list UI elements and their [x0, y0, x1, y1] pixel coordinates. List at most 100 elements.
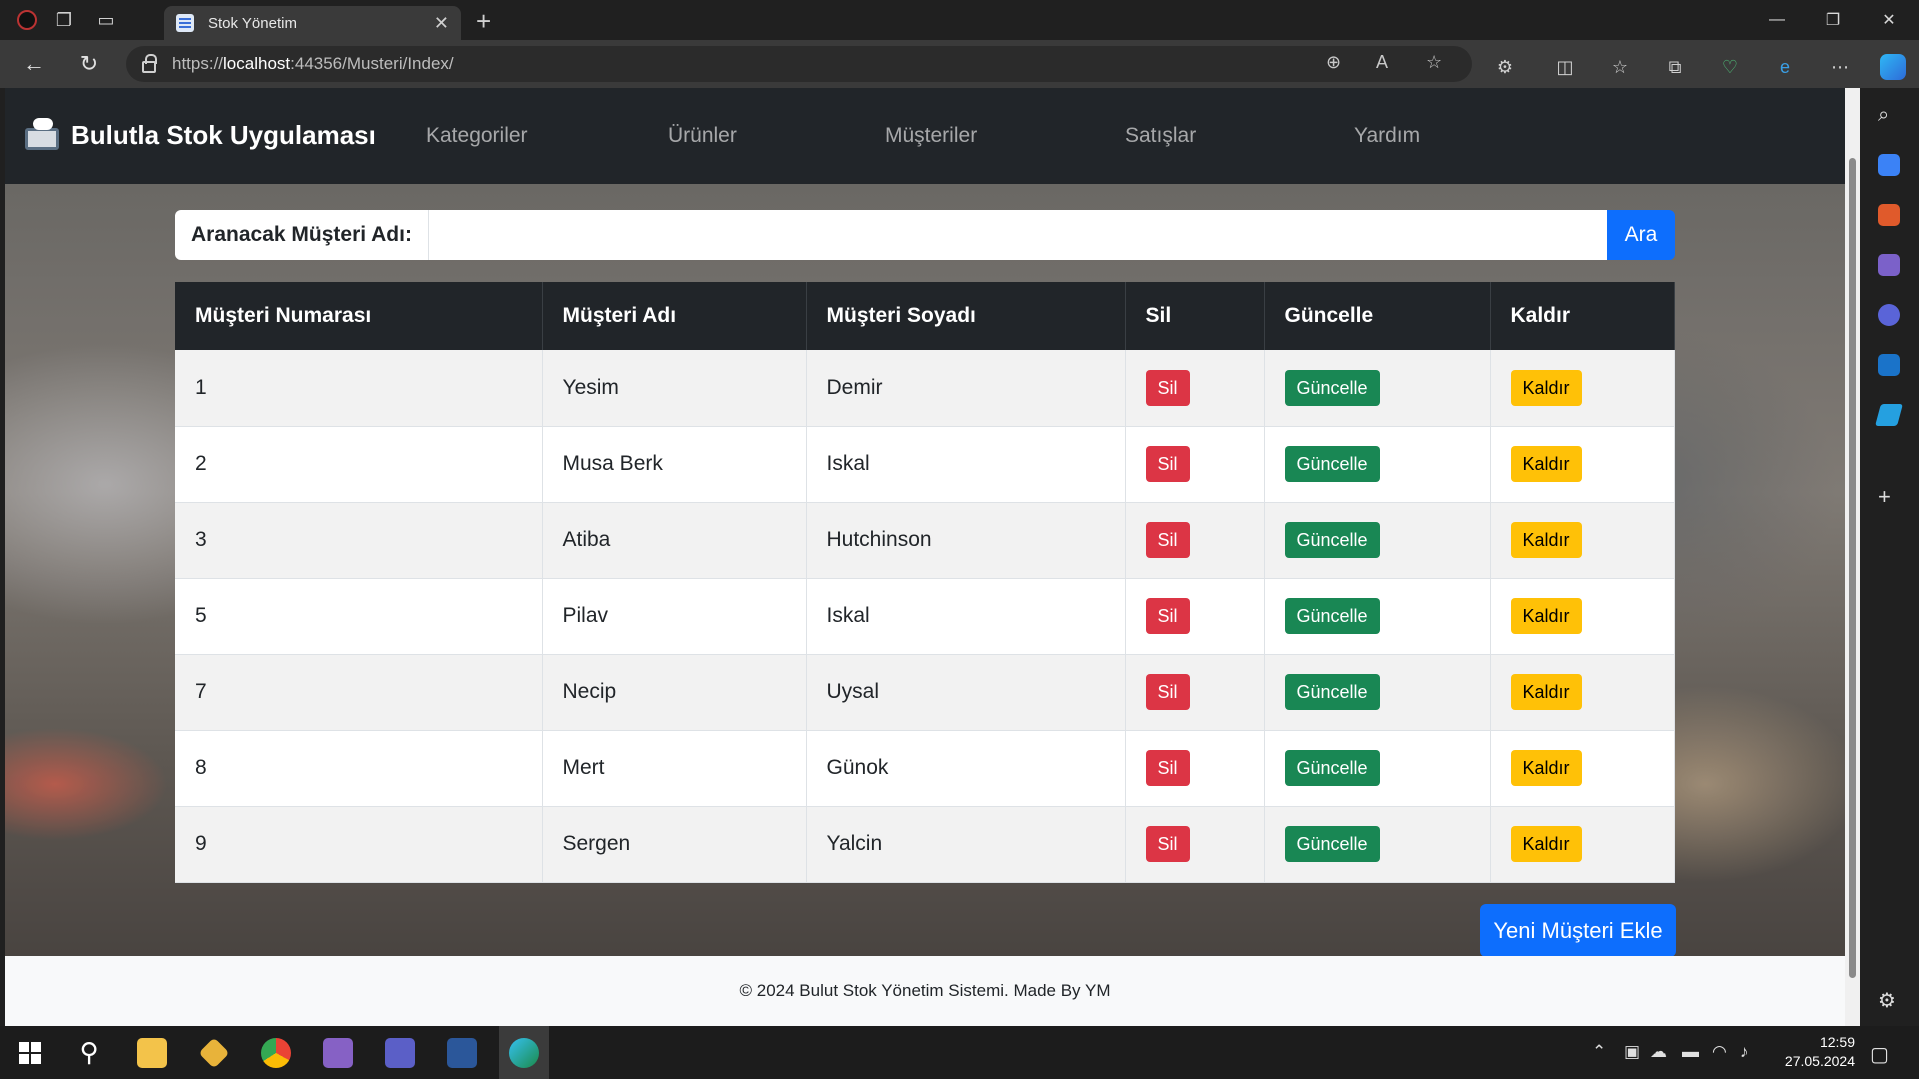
add-sidebar-app-icon[interactable]: + [1878, 484, 1900, 509]
nav-item-satislar[interactable]: Satışlar [1125, 124, 1196, 148]
update-button[interactable]: Güncelle [1284, 750, 1380, 786]
cell-customer-number: 5 [175, 578, 543, 655]
site-navbar: Bulutla Stok Uygulaması Kategoriler Ürün… [5, 88, 1845, 184]
cell-customer-name: Necip [542, 654, 807, 731]
remove-button[interactable]: Kaldır [1510, 826, 1582, 862]
games-icon[interactable] [1878, 254, 1900, 276]
scrollbar-thumb[interactable] [1849, 158, 1856, 978]
update-button[interactable]: Güncelle [1284, 598, 1380, 634]
favorite-star-icon[interactable]: ☆ [1426, 52, 1442, 73]
nav-item-kategoriler[interactable]: Kategoriler [426, 124, 528, 148]
read-aloud-icon[interactable]: A [1376, 52, 1388, 73]
search-input[interactable] [428, 210, 1607, 260]
word-icon[interactable] [437, 1026, 487, 1079]
edge-bar-icon[interactable]: e [1770, 52, 1800, 82]
close-tab-icon[interactable]: ✕ [434, 13, 449, 34]
more-options-icon[interactable]: ⋯ [1825, 52, 1855, 82]
file-explorer-icon[interactable] [127, 1026, 177, 1079]
brand-link[interactable]: Bulutla Stok Uygulaması [23, 116, 376, 154]
delete-button[interactable]: Sil [1145, 826, 1190, 862]
wifi-icon[interactable]: ◠ [1712, 1042, 1727, 1062]
update-button[interactable]: Güncelle [1284, 522, 1380, 558]
nav-item-urunler[interactable]: Ürünler [668, 124, 737, 148]
minimize-icon[interactable]: — [1749, 0, 1805, 40]
visual-studio-icon[interactable] [313, 1026, 363, 1079]
remove-button[interactable]: Kaldır [1510, 750, 1582, 786]
browser-essentials-icon[interactable]: ♡ [1715, 52, 1745, 82]
cell-customer-name: Pilav [542, 578, 807, 655]
browser-tab[interactable]: Stok Yönetim ✕ [164, 6, 461, 40]
cell-customer-surname: Uysal [806, 654, 1126, 731]
url-field[interactable]: https://localhost:44356/Musteri/Index/ [126, 46, 1472, 82]
lock-icon[interactable] [142, 54, 157, 73]
header-update: Güncelle [1264, 282, 1491, 350]
delete-button[interactable]: Sil [1145, 522, 1190, 558]
customer-table: Müşteri Numarası Müşteri Adı Müşteri Soy… [175, 282, 1675, 883]
copilot-sidebar-icon[interactable] [1878, 304, 1900, 326]
tab-actions-icon[interactable]: ▭ [86, 0, 126, 40]
remove-button[interactable]: Kaldır [1510, 369, 1582, 406]
table-row: 9 Sergen Yalcin Sil Güncelle Kaldır [175, 806, 1675, 883]
send-icon[interactable] [1875, 404, 1903, 426]
add-customer-button[interactable]: Yeni Müşteri Ekle [1480, 904, 1676, 957]
onedrive-icon[interactable]: ☁ [1650, 1042, 1667, 1062]
copilot-icon[interactable] [1878, 52, 1908, 82]
shopping-icon[interactable] [1878, 154, 1900, 176]
cell-delete: Sil [1125, 350, 1265, 427]
nav-item-musteriler[interactable]: Müşteriler [885, 124, 977, 148]
nav-item-yardim[interactable]: Yardım [1354, 124, 1420, 148]
remove-button[interactable]: Kaldır [1510, 598, 1582, 634]
device-icon[interactable]: ▣ [1624, 1042, 1640, 1062]
cell-update: Güncelle [1264, 806, 1491, 883]
update-button[interactable]: Güncelle [1284, 446, 1380, 482]
delete-button[interactable]: Sil [1145, 446, 1190, 482]
delete-button[interactable]: Sil [1145, 598, 1190, 634]
battery-icon[interactable]: ▬ [1682, 1042, 1699, 1062]
close-window-icon[interactable]: ✕ [1861, 0, 1917, 40]
update-button[interactable]: Güncelle [1284, 826, 1380, 862]
table-row: 5 Pilav Iskal Sil Güncelle Kaldır [175, 578, 1675, 655]
start-icon[interactable] [5, 1026, 55, 1079]
remove-button[interactable]: Kaldır [1510, 446, 1582, 482]
search-taskbar-icon[interactable]: ⚲ [64, 1026, 114, 1079]
delete-button[interactable]: Sil [1145, 750, 1190, 786]
edge-icon[interactable] [499, 1026, 549, 1079]
remove-button[interactable]: Kaldır [1510, 674, 1582, 710]
tools-icon[interactable] [1878, 204, 1900, 226]
extensions-icon[interactable]: ⚙ [1490, 52, 1520, 82]
zoom-icon[interactable]: ⊕ [1326, 52, 1341, 73]
delete-button[interactable]: Sil [1145, 369, 1190, 406]
system-clock[interactable]: 12:59 27.05.2024 [1760, 1033, 1855, 1071]
notifications-icon[interactable]: ▢ [1870, 1042, 1889, 1067]
cell-update: Güncelle [1264, 426, 1491, 503]
outlook-icon[interactable] [1878, 354, 1900, 376]
workspaces-icon[interactable]: ❐ [44, 0, 84, 40]
collections-icon[interactable]: ⧉ [1660, 52, 1690, 82]
remove-button[interactable]: Kaldır [1510, 522, 1582, 558]
update-button[interactable]: Güncelle [1284, 674, 1380, 710]
clock-date: 27.05.2024 [1784, 1053, 1855, 1069]
footer: © 2024 Bulut Stok Yönetim Sistemi. Made … [5, 956, 1845, 1026]
show-hidden-icons-icon[interactable]: ⌃ [1592, 1042, 1606, 1062]
search-icon[interactable]: ⌕ [1878, 104, 1900, 126]
delete-button[interactable]: Sil [1145, 674, 1190, 710]
update-button[interactable]: Güncelle [1284, 369, 1380, 406]
search-button[interactable]: Ara [1607, 210, 1675, 260]
refresh-icon[interactable]: ↻ [67, 40, 111, 88]
page-scrollbar[interactable] [1845, 88, 1860, 1026]
chrome-icon[interactable] [251, 1026, 301, 1079]
sidebar-settings-icon[interactable]: ⚙ [1878, 988, 1900, 1012]
cell-delete: Sil [1125, 730, 1265, 807]
cell-customer-name: Yesim [542, 350, 807, 427]
new-tab-icon[interactable]: + [476, 6, 491, 37]
volume-icon[interactable]: ♪ [1740, 1042, 1749, 1062]
profile-icon[interactable] [7, 0, 47, 40]
cell-customer-surname: Günok [806, 730, 1126, 807]
cell-delete: Sil [1125, 502, 1265, 579]
teams-icon[interactable] [375, 1026, 425, 1079]
tool-app-icon[interactable] [189, 1026, 239, 1079]
split-screen-icon[interactable]: ◫ [1550, 52, 1580, 82]
back-icon[interactable]: ← [12, 40, 56, 88]
favorites-icon[interactable]: ☆ [1605, 52, 1635, 82]
restore-icon[interactable]: ❐ [1805, 0, 1861, 40]
